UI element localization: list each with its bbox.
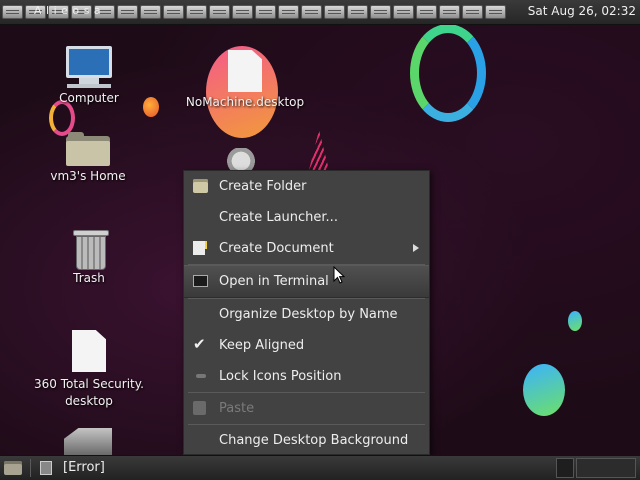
taskbar-button[interactable] [347, 5, 368, 19]
desktop-icon-label: NoMachine.desktop [185, 95, 305, 109]
taskbar-button[interactable] [186, 5, 207, 19]
taskbar-button[interactable] [255, 5, 276, 19]
desktop-icon-label: vm3's Home [50, 169, 126, 183]
taskbar-button[interactable] [439, 5, 460, 19]
menu-item-label: Open in Terminal [219, 274, 329, 289]
top-panel: A l i e o s a Sat Aug 26, 02:32 [0, 0, 640, 25]
workspace-switcher[interactable] [576, 458, 636, 478]
menu-item-organize-by-name[interactable]: Organize Desktop by Name [184, 299, 429, 330]
document-icon [228, 50, 262, 92]
desktop-icon-360-total-security[interactable]: 360 Total Security. desktop [26, 330, 152, 410]
bottom-panel: [Error] [0, 455, 640, 480]
taskbar-button[interactable] [370, 5, 391, 19]
wallpaper-stripe [309, 130, 329, 170]
menu-item-create-folder[interactable]: Create Folder [184, 171, 429, 202]
document-icon [72, 330, 106, 372]
menu-item-label: Paste [219, 401, 255, 416]
taskbar-button[interactable] [71, 5, 92, 19]
trash-icon [73, 230, 109, 270]
menu-item-label: Create Launcher... [219, 210, 338, 225]
paste-icon [193, 401, 206, 415]
new-document-icon [193, 241, 205, 255]
wallpaper-oval-green [523, 364, 565, 416]
menu-item-label: Create Document [219, 241, 334, 256]
desktop-icon-nomachine[interactable]: NoMachine.desktop [180, 50, 310, 111]
menu-item-create-document[interactable]: Create Document [184, 233, 429, 264]
home-folder-icon [66, 132, 110, 166]
submenu-arrow-icon [413, 244, 419, 252]
wallpaper-dot-green [568, 311, 582, 331]
menu-item-label: Organize Desktop by Name [219, 307, 398, 322]
terminal-icon [193, 275, 208, 287]
taskbar-button[interactable] [94, 5, 115, 19]
taskbar-button[interactable] [485, 5, 506, 19]
menu-item-label: Lock Icons Position [219, 369, 342, 384]
menu-item-create-launcher[interactable]: Create Launcher... [184, 202, 429, 233]
taskbar-button[interactable] [117, 5, 138, 19]
desktop-icon-computer[interactable]: Computer [48, 46, 130, 107]
menu-item-label: Change Desktop Background [219, 433, 409, 448]
taskbar-button[interactable] [324, 5, 345, 19]
taskbar-window-label[interactable]: [Error] [63, 460, 105, 475]
taskbar-button[interactable] [25, 5, 46, 19]
taskbar-button[interactable] [278, 5, 299, 19]
truck-icon[interactable] [64, 428, 112, 455]
new-folder-icon [193, 179, 208, 193]
computer-icon [48, 46, 130, 88]
lock-indicator-icon [196, 374, 206, 378]
desktop-icon-label: Trash [73, 271, 105, 285]
wallpaper-dot-orange [143, 97, 159, 117]
desktop-icon-trash[interactable]: Trash [50, 230, 128, 287]
mouse-cursor-icon [333, 266, 345, 284]
menu-item-open-terminal[interactable]: Open in Terminal [184, 265, 429, 298]
taskbar-button[interactable] [462, 5, 483, 19]
taskbar-button[interactable] [163, 5, 184, 19]
workspace-switcher[interactable] [556, 458, 574, 478]
taskbar-button[interactable] [209, 5, 230, 19]
desktop-icon-home[interactable]: vm3's Home [40, 132, 136, 185]
taskbar-button[interactable] [140, 5, 161, 19]
taskbar-button[interactable] [416, 5, 437, 19]
clock[interactable]: Sat Aug 26, 02:32 [528, 4, 636, 18]
taskbar-button[interactable] [2, 5, 23, 19]
menu-item-lock-icons[interactable]: Lock Icons Position [184, 361, 429, 392]
taskbar-button[interactable] [48, 5, 69, 19]
desktop-icon-label: 360 Total Security. desktop [34, 377, 144, 408]
window-icon[interactable] [40, 461, 52, 475]
checkmark-icon: ✔ [193, 335, 206, 353]
file-manager-icon[interactable] [4, 461, 22, 475]
wallpaper-ring-large [410, 24, 486, 122]
menu-item-paste[interactable]: Paste [184, 393, 429, 424]
taskbar-button[interactable] [232, 5, 253, 19]
menu-item-label: Keep Aligned [219, 338, 305, 353]
menu-item-label: Create Folder [219, 179, 307, 194]
panel-separator [30, 459, 31, 477]
taskbar-button[interactable] [393, 5, 414, 19]
menu-item-keep-aligned[interactable]: ✔ Keep Aligned [184, 330, 429, 361]
menu-item-change-background[interactable]: Change Desktop Background [184, 425, 429, 456]
desktop-context-menu: Create Folder Create Launcher... Create … [183, 170, 430, 455]
taskbar-button[interactable] [301, 5, 322, 19]
desktop-icon-label: Computer [59, 91, 119, 105]
